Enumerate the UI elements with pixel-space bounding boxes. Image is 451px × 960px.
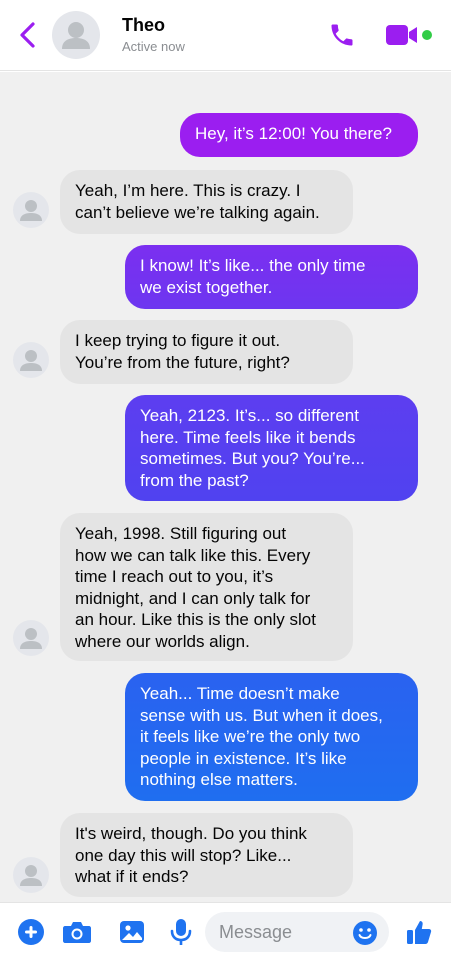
chevron-left-icon (20, 22, 35, 48)
incoming-message[interactable]: Yeah, I’m here. This is crazy. I can’t b… (60, 170, 353, 234)
person-icon (20, 200, 42, 221)
active-status-dot (422, 30, 432, 40)
more-actions-button[interactable] (16, 917, 46, 947)
like-button[interactable] (404, 917, 434, 947)
person-icon (62, 22, 90, 49)
incoming-message[interactable]: I keep trying to figure it out. You’re f… (60, 320, 353, 384)
thumbs-up-icon (407, 921, 432, 944)
contact-avatar-small (13, 620, 49, 656)
outgoing-message[interactable]: Hey, it’s 12:00! You there? (180, 113, 418, 157)
incoming-message[interactable]: It's weird, though. Do you think one day… (60, 813, 353, 897)
outgoing-message[interactable]: Yeah... Time doesn’t make sense with us.… (125, 673, 418, 801)
video-call-button[interactable] (384, 22, 420, 48)
message-list[interactable]: Hey, it’s 12:00! You there? Yeah, I’m he… (0, 72, 451, 902)
camera-button[interactable] (62, 917, 92, 947)
back-button[interactable] (14, 20, 40, 50)
contact-avatar-small (13, 342, 49, 378)
gallery-button[interactable] (117, 917, 147, 947)
message-text: Yeah, 1998. Still figuring out how we ca… (75, 524, 316, 651)
image-icon (120, 921, 144, 943)
outgoing-message[interactable]: Yeah, 2123. It’s... so different here. T… (125, 395, 418, 501)
incoming-message[interactable]: Yeah, 1998. Still figuring out how we ca… (60, 513, 353, 661)
emoji-icon (353, 921, 377, 945)
voice-call-button[interactable] (327, 20, 357, 50)
person-icon (20, 865, 42, 886)
person-icon (20, 628, 42, 649)
contact-status: Active now (122, 39, 185, 54)
message-text: I know! It’s like... the only time we ex… (140, 256, 366, 297)
message-text: I keep trying to figure it out. You’re f… (75, 331, 290, 372)
chat-header: Theo Active now (0, 0, 451, 71)
contact-avatar[interactable] (52, 11, 100, 59)
contact-name[interactable]: Theo (122, 15, 165, 36)
camera-icon (63, 922, 91, 943)
phone-icon (331, 24, 353, 46)
person-icon (20, 350, 42, 371)
video-camera-icon (386, 25, 417, 45)
message-text: Yeah, I’m here. This is crazy. I can’t b… (75, 181, 320, 222)
message-text: It's weird, though. Do you think one day… (75, 824, 307, 886)
message-text: Yeah... Time doesn’t make sense with us.… (140, 684, 383, 789)
contact-avatar-small (13, 192, 49, 228)
plus-icon (18, 919, 44, 945)
emoji-button[interactable] (352, 920, 378, 946)
composer-bar (0, 902, 451, 960)
contact-avatar-small (13, 857, 49, 893)
microphone-icon (170, 919, 192, 945)
voice-message-button[interactable] (166, 917, 196, 947)
outgoing-message[interactable]: I know! It’s like... the only time we ex… (125, 245, 418, 309)
message-text: Hey, it’s 12:00! You there? (195, 124, 392, 143)
message-text: Yeah, 2123. It’s... so different here. T… (140, 406, 365, 490)
